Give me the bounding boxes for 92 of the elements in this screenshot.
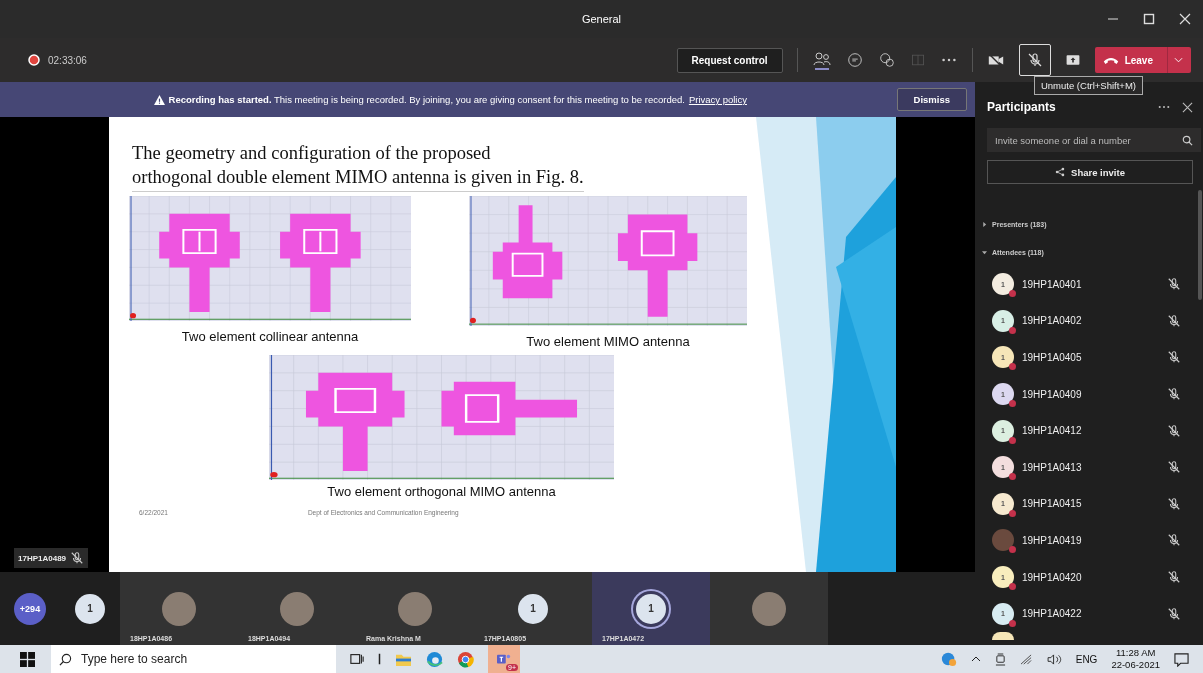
phone-hang-up-icon bbox=[1102, 55, 1119, 65]
share-invite-button[interactable]: Share invite bbox=[987, 160, 1193, 184]
figure-caption: Two element MIMO antenna bbox=[526, 334, 690, 349]
search-icon bbox=[59, 652, 72, 666]
request-control-button[interactable]: Request control bbox=[676, 47, 783, 73]
presence-dot-icon bbox=[1009, 509, 1016, 517]
maximize-icon[interactable] bbox=[1143, 13, 1155, 25]
slide-title: The geometry and configuration of the proposed orthogonal double element MIMO antenna is given in Fig. 8. bbox=[132, 141, 584, 192]
network-icon[interactable] bbox=[1019, 653, 1033, 665]
muted-microphone-icon bbox=[1167, 606, 1181, 621]
notifications-icon[interactable] bbox=[1174, 651, 1189, 667]
muted-microphone-icon bbox=[1167, 423, 1181, 438]
figure-caption: Two element orthogonal MIMO antenna bbox=[327, 484, 556, 499]
muted-microphone-icon bbox=[1167, 350, 1181, 365]
avatar: 1 bbox=[75, 593, 105, 624]
muted-microphone-icon bbox=[1167, 387, 1181, 402]
privacy-policy-link[interactable]: Privacy policy bbox=[688, 94, 747, 105]
chat-icon[interactable] bbox=[845, 51, 864, 69]
avatar bbox=[992, 631, 1014, 640]
share-screen-icon[interactable] bbox=[1064, 52, 1081, 68]
participant-name: 19HP1A0409 bbox=[1022, 388, 1082, 400]
recording-notice: Recording has started. This meeting is being recorded. By joining, you are giving consent for this meeting to be recorded. bbox=[168, 94, 685, 105]
teams-icon bbox=[496, 652, 512, 666]
clock-time[interactable]: 11:28 AM bbox=[1115, 647, 1156, 659]
leave-button[interactable]: Leave bbox=[1094, 47, 1191, 73]
people-icon[interactable] bbox=[811, 50, 832, 70]
participant-name: 19HP1A0420 bbox=[1022, 571, 1082, 583]
speaker-label: 17HP1A0489 bbox=[14, 548, 89, 568]
call-timer: 02:33:06 bbox=[48, 54, 87, 66]
presence-dot-icon bbox=[1009, 326, 1016, 334]
figure-caption: Two element collinear antenna bbox=[181, 329, 359, 344]
language-indicator[interactable]: ENG bbox=[1075, 653, 1098, 665]
more-options-icon[interactable] bbox=[1158, 105, 1170, 109]
participant-name: 19HP1A0422 bbox=[1022, 608, 1082, 620]
photo-placeholder bbox=[752, 591, 786, 626]
participant-name: 19HP1A0412 bbox=[1022, 425, 1082, 437]
presence-dot-icon bbox=[1009, 583, 1016, 591]
presence-dot-icon bbox=[1009, 363, 1016, 371]
clock-date[interactable]: 22-06-2021 bbox=[1111, 659, 1160, 671]
presence-dot-icon bbox=[1009, 400, 1016, 408]
participant-name: 19HP1A0415 bbox=[1022, 498, 1082, 510]
warning-icon bbox=[153, 94, 165, 105]
panel-title: Participants bbox=[987, 100, 1056, 114]
participant-name: 19HP1A0402 bbox=[1022, 315, 1082, 327]
participant-tile[interactable] bbox=[710, 572, 828, 645]
scrollbar[interactable] bbox=[1198, 190, 1202, 300]
close-icon[interactable] bbox=[1179, 13, 1191, 25]
muted-microphone-icon bbox=[1026, 52, 1043, 68]
caret-icon bbox=[982, 249, 987, 255]
recording-icon bbox=[28, 54, 40, 66]
avatar: 1 bbox=[518, 593, 548, 624]
task-view-icon[interactable] bbox=[350, 652, 364, 666]
meet-now-icon[interactable] bbox=[994, 652, 1006, 666]
reactions-icon[interactable] bbox=[877, 51, 896, 69]
search-icon bbox=[1182, 134, 1193, 146]
browser-icon[interactable] bbox=[426, 650, 443, 668]
volume-icon[interactable] bbox=[1046, 653, 1062, 665]
dismiss-button[interactable]: Dismiss bbox=[896, 88, 967, 111]
taskbar-search-field[interactable]: Type here to search bbox=[51, 645, 336, 673]
presence-dot-icon bbox=[1009, 290, 1016, 298]
muted-microphone-icon bbox=[1167, 570, 1181, 585]
muted-microphone-icon bbox=[1167, 313, 1181, 328]
caret-icon bbox=[982, 221, 987, 227]
participant-name: 19HP1A0405 bbox=[1022, 352, 1082, 363]
muted-microphone-icon bbox=[1167, 460, 1181, 475]
photo-placeholder bbox=[280, 591, 314, 626]
photo-placeholder bbox=[398, 591, 432, 626]
presence-dot-icon bbox=[1009, 436, 1016, 444]
presence-dot-icon bbox=[1009, 546, 1016, 554]
window-title: General bbox=[581, 13, 622, 25]
close-icon[interactable] bbox=[1182, 101, 1193, 113]
participant-name: 19HP1A0401 bbox=[1022, 278, 1082, 290]
presence-dot-icon bbox=[1009, 473, 1016, 481]
taskbar-app-icon[interactable] bbox=[378, 652, 381, 666]
avatar-photo-placeholder bbox=[992, 529, 1014, 552]
photo-placeholder bbox=[162, 591, 196, 626]
presence-dot-icon bbox=[1009, 619, 1016, 627]
invite-search-field[interactable]: Invite someone or dial a number bbox=[987, 128, 1201, 152]
muted-microphone-icon bbox=[1167, 277, 1181, 292]
caret-icon bbox=[1174, 57, 1183, 63]
share-icon bbox=[1055, 167, 1066, 177]
chevron-up-icon[interactable] bbox=[970, 656, 981, 662]
muted-microphone-icon bbox=[1167, 496, 1181, 511]
participant-name: 19HP1A0413 bbox=[1022, 461, 1082, 473]
muted-microphone-icon bbox=[70, 551, 85, 565]
chrome-icon[interactable] bbox=[457, 650, 474, 668]
muted-microphone-icon bbox=[1167, 533, 1181, 548]
tooltip: Unmute (Ctrl+Shift+M) bbox=[1033, 76, 1143, 95]
participant-name: 19HP1A0419 bbox=[1022, 534, 1082, 546]
overflow-count-badge[interactable]: +294 bbox=[14, 592, 46, 625]
windows-start-icon[interactable] bbox=[20, 651, 35, 667]
microphone-button[interactable] bbox=[1018, 44, 1051, 76]
